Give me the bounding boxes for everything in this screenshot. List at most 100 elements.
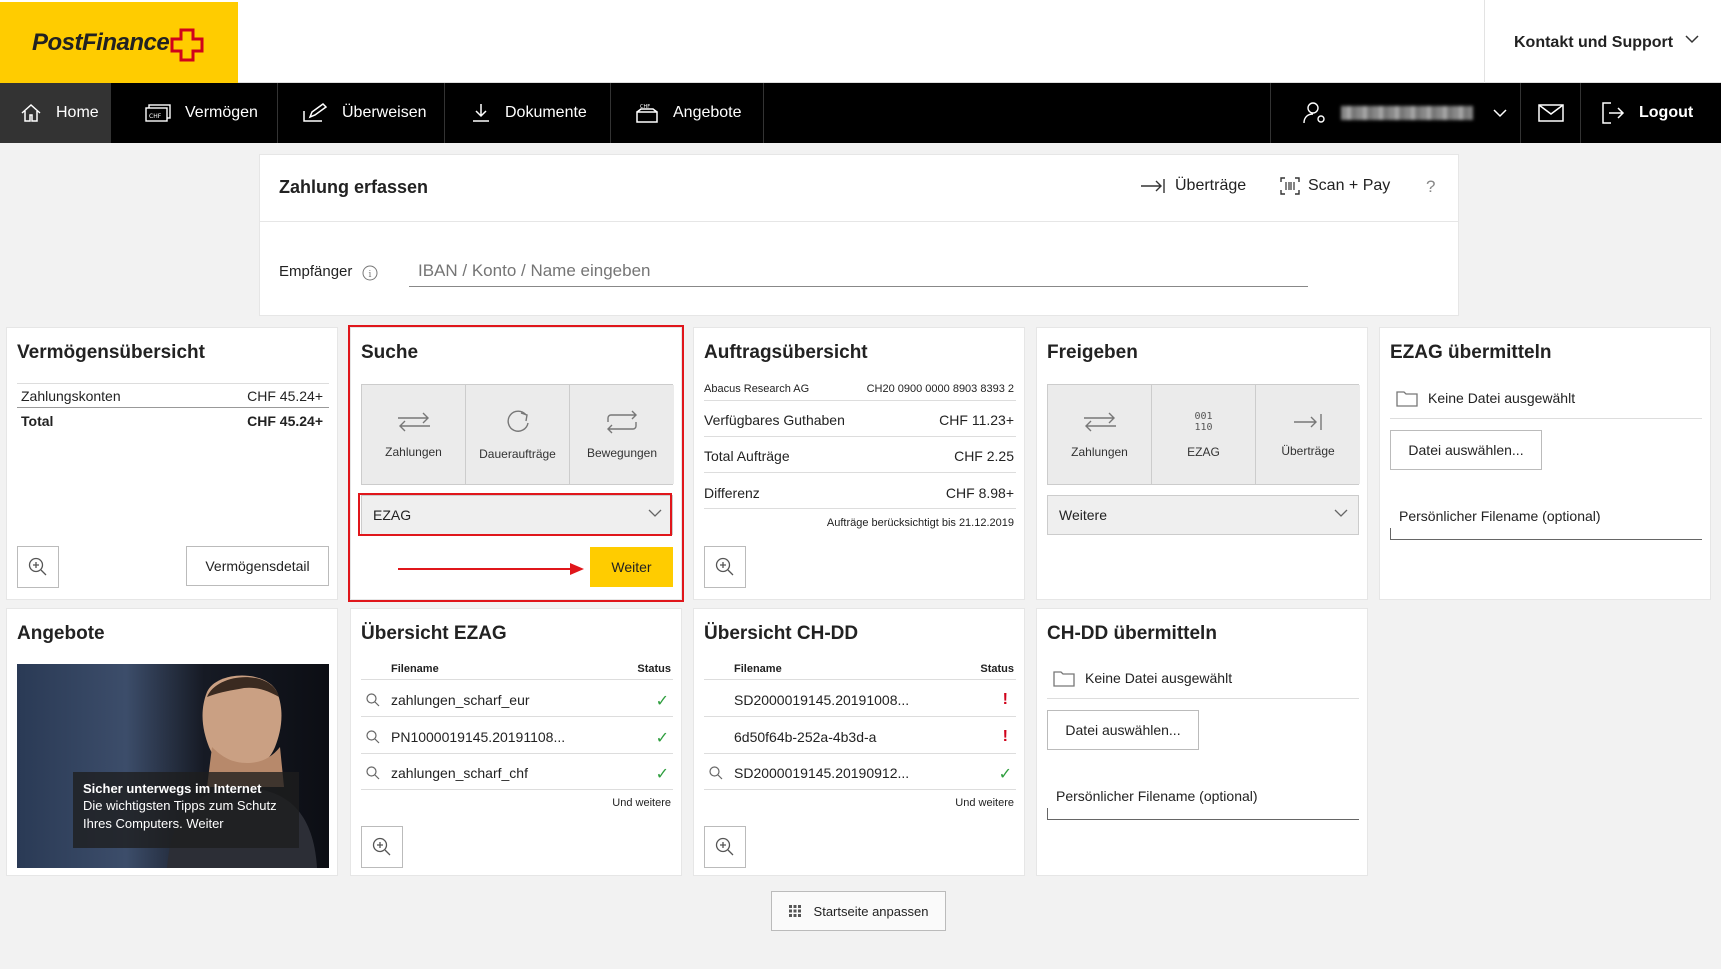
ezag-col-status: Status <box>637 663 671 675</box>
transfers-label: Überträge <box>1175 177 1247 194</box>
release-tile-transfers[interactable]: Überträge <box>1256 385 1360 484</box>
status-alert-icon: ! <box>1002 728 1008 745</box>
nav-angebote-label: Angebote <box>673 104 742 121</box>
nav-dokumente[interactable]: Dokumente <box>445 83 611 143</box>
svg-text:CHF: CHF <box>149 113 162 120</box>
recipient-input[interactable] <box>409 255 1308 287</box>
user-menu[interactable] <box>1270 83 1521 143</box>
messages-button[interactable] <box>1521 83 1581 143</box>
zoom-in-icon <box>372 837 391 856</box>
ezag-overview-panel: Übersicht EZAG Filename Status zahlungen… <box>350 608 682 876</box>
search-icon <box>366 693 380 707</box>
home-icon <box>21 103 41 122</box>
logout-button[interactable]: Logout <box>1581 83 1721 143</box>
orders-row-value: CHF 11.23+ <box>939 412 1014 428</box>
svg-text:i: i <box>369 270 372 280</box>
support-menu[interactable]: Kontakt und Support <box>1484 0 1721 83</box>
chdd-more-link[interactable]: Und weitere <box>955 797 1014 809</box>
payment-entry-panel: Zahlung erfassen Überträge Scan + Pay ? … <box>259 154 1459 316</box>
orders-account-name: Abacus Research AG <box>704 383 810 395</box>
asset-detail-button[interactable]: Vermögensdetail <box>186 546 329 586</box>
chevron-down-icon <box>1493 109 1507 118</box>
top-header: PostFinance Kontakt und Support <box>0 0 1721 83</box>
barcode-scan-icon <box>1280 177 1300 195</box>
assets-panel: Vermögensübersicht Zahlungskonten CHF 45… <box>6 327 338 600</box>
info-icon[interactable]: i <box>362 265 378 281</box>
nav-angebote[interactable]: CHF Angebote <box>611 83 764 143</box>
logout-icon <box>1602 102 1625 124</box>
orders-panel: Auftragsübersicht Abacus Research AG CH2… <box>693 327 1025 600</box>
binary-line: 001 <box>1194 410 1213 422</box>
orders-row-label: Verfügbares Guthaben <box>704 412 845 428</box>
release-tile-ezag-label: EZAG <box>1187 444 1220 459</box>
assets-zoom-button[interactable] <box>17 546 59 588</box>
exchange-arrows-icon <box>1083 412 1116 431</box>
ezag-upload-title: EZAG übermitteln <box>1390 342 1552 363</box>
chdd-choose-file-button[interactable]: Datei auswählen... <box>1047 710 1199 750</box>
help-icon[interactable]: ? <box>1426 177 1435 197</box>
chf-card-icon: CHF <box>145 104 171 122</box>
nav-home[interactable]: Home <box>0 83 111 143</box>
ezag-no-file-text: Keine Datei ausgewählt <box>1428 390 1576 406</box>
chdd-filename-label: Persönlicher Filename (optional) <box>1056 788 1258 804</box>
release-more-select[interactable]: Weitere <box>1047 495 1359 535</box>
mail-icon <box>1537 104 1564 122</box>
ezag-overview-title: Übersicht EZAG <box>361 623 507 644</box>
scan-pay-label: Scan + Pay <box>1308 177 1391 194</box>
edit-icon <box>303 103 328 122</box>
transfer-arrow-icon <box>1141 179 1165 193</box>
nav-dokumente-label: Dokumente <box>505 104 587 121</box>
logo-text: PostFinance <box>32 29 170 56</box>
user-name-redacted <box>1341 106 1473 120</box>
nav-ueberweisen[interactable]: Überweisen <box>278 83 445 143</box>
nav-vermoegen[interactable]: CHF Vermögen <box>111 83 278 143</box>
folder-icon <box>1396 391 1418 407</box>
chdd-filename-input[interactable] <box>1047 808 1359 820</box>
status-ok-icon: ✓ <box>655 730 669 747</box>
assets-total-label: Total <box>21 413 54 429</box>
nav-home-label: Home <box>56 104 99 121</box>
offers-panel: Angebote Sicher unterwegs im Internet Di… <box>6 608 338 876</box>
nav-ueberweisen-label: Überweisen <box>342 104 427 121</box>
release-panel: Freigeben Zahlungen 001 110 EZAG Überträ… <box>1036 327 1368 600</box>
release-tile-ezag[interactable]: 001 110 EZAG <box>1152 385 1256 484</box>
assets-row-label: Zahlungskonten <box>21 388 121 404</box>
ezag-more-link[interactable]: Und weitere <box>612 797 671 809</box>
transfer-arrow-icon <box>1294 413 1322 430</box>
scan-pay-link[interactable]: Scan + Pay <box>1280 177 1390 195</box>
ezag-filename-input[interactable] <box>1390 528 1702 540</box>
logout-label: Logout <box>1639 104 1694 121</box>
payment-title: Zahlung erfassen <box>279 177 429 197</box>
chdd-file-link[interactable]: 6d50f64b-252a-4b3d-a <box>734 729 876 745</box>
transfers-link[interactable]: Überträge <box>1140 177 1246 195</box>
ezag-file-link[interactable]: PN1000019145.20191108... <box>391 729 565 745</box>
status-alert-icon: ! <box>1002 691 1008 708</box>
ezag-file-link[interactable]: zahlungen_scharf_chf <box>391 765 528 781</box>
orders-row-value: CHF 2.25 <box>954 448 1014 464</box>
customize-start-page-button[interactable]: Startseite anpassen <box>771 891 946 931</box>
ezag-upload-panel: EZAG übermitteln Keine Datei ausgewählt … <box>1379 327 1711 600</box>
chdd-overview-title: Übersicht CH-DD <box>704 623 859 644</box>
ezag-filename-label: Persönlicher Filename (optional) <box>1399 508 1601 524</box>
chdd-file-link[interactable]: SD2000019145.20190912... <box>734 765 909 781</box>
promo-text: Die wichtigsten Tipps zum Schutz Ihres C… <box>83 798 277 831</box>
offers-icon: CHF <box>636 104 658 123</box>
orders-row-value: CHF 8.98+ <box>945 485 1014 501</box>
ezag-choose-file-button[interactable]: Datei auswählen... <box>1390 430 1542 470</box>
status-ok-icon: ✓ <box>655 766 669 783</box>
recipient-label: Empfänger <box>279 263 353 280</box>
support-label: Kontakt und Support <box>1514 34 1674 51</box>
orders-iban: CH20 0900 0000 8903 8393 2 <box>866 383 1014 395</box>
chdd-zoom-button[interactable] <box>704 826 746 868</box>
ezag-zoom-button[interactable] <box>361 826 403 868</box>
promo-image[interactable]: Sicher unterwegs im Internet Die wichtig… <box>17 664 329 868</box>
orders-title: Auftragsübersicht <box>704 342 868 363</box>
chdd-file-link[interactable]: SD2000019145.20191008... <box>734 692 909 708</box>
ezag-file-link[interactable]: zahlungen_scharf_eur <box>391 692 530 708</box>
search-icon <box>366 730 380 744</box>
postfinance-logo[interactable]: PostFinance <box>0 2 238 83</box>
release-tile-payments[interactable]: Zahlungen <box>1048 385 1152 484</box>
orders-row-label: Differenz <box>704 485 760 501</box>
orders-zoom-button[interactable] <box>704 546 746 588</box>
download-icon <box>473 104 489 122</box>
